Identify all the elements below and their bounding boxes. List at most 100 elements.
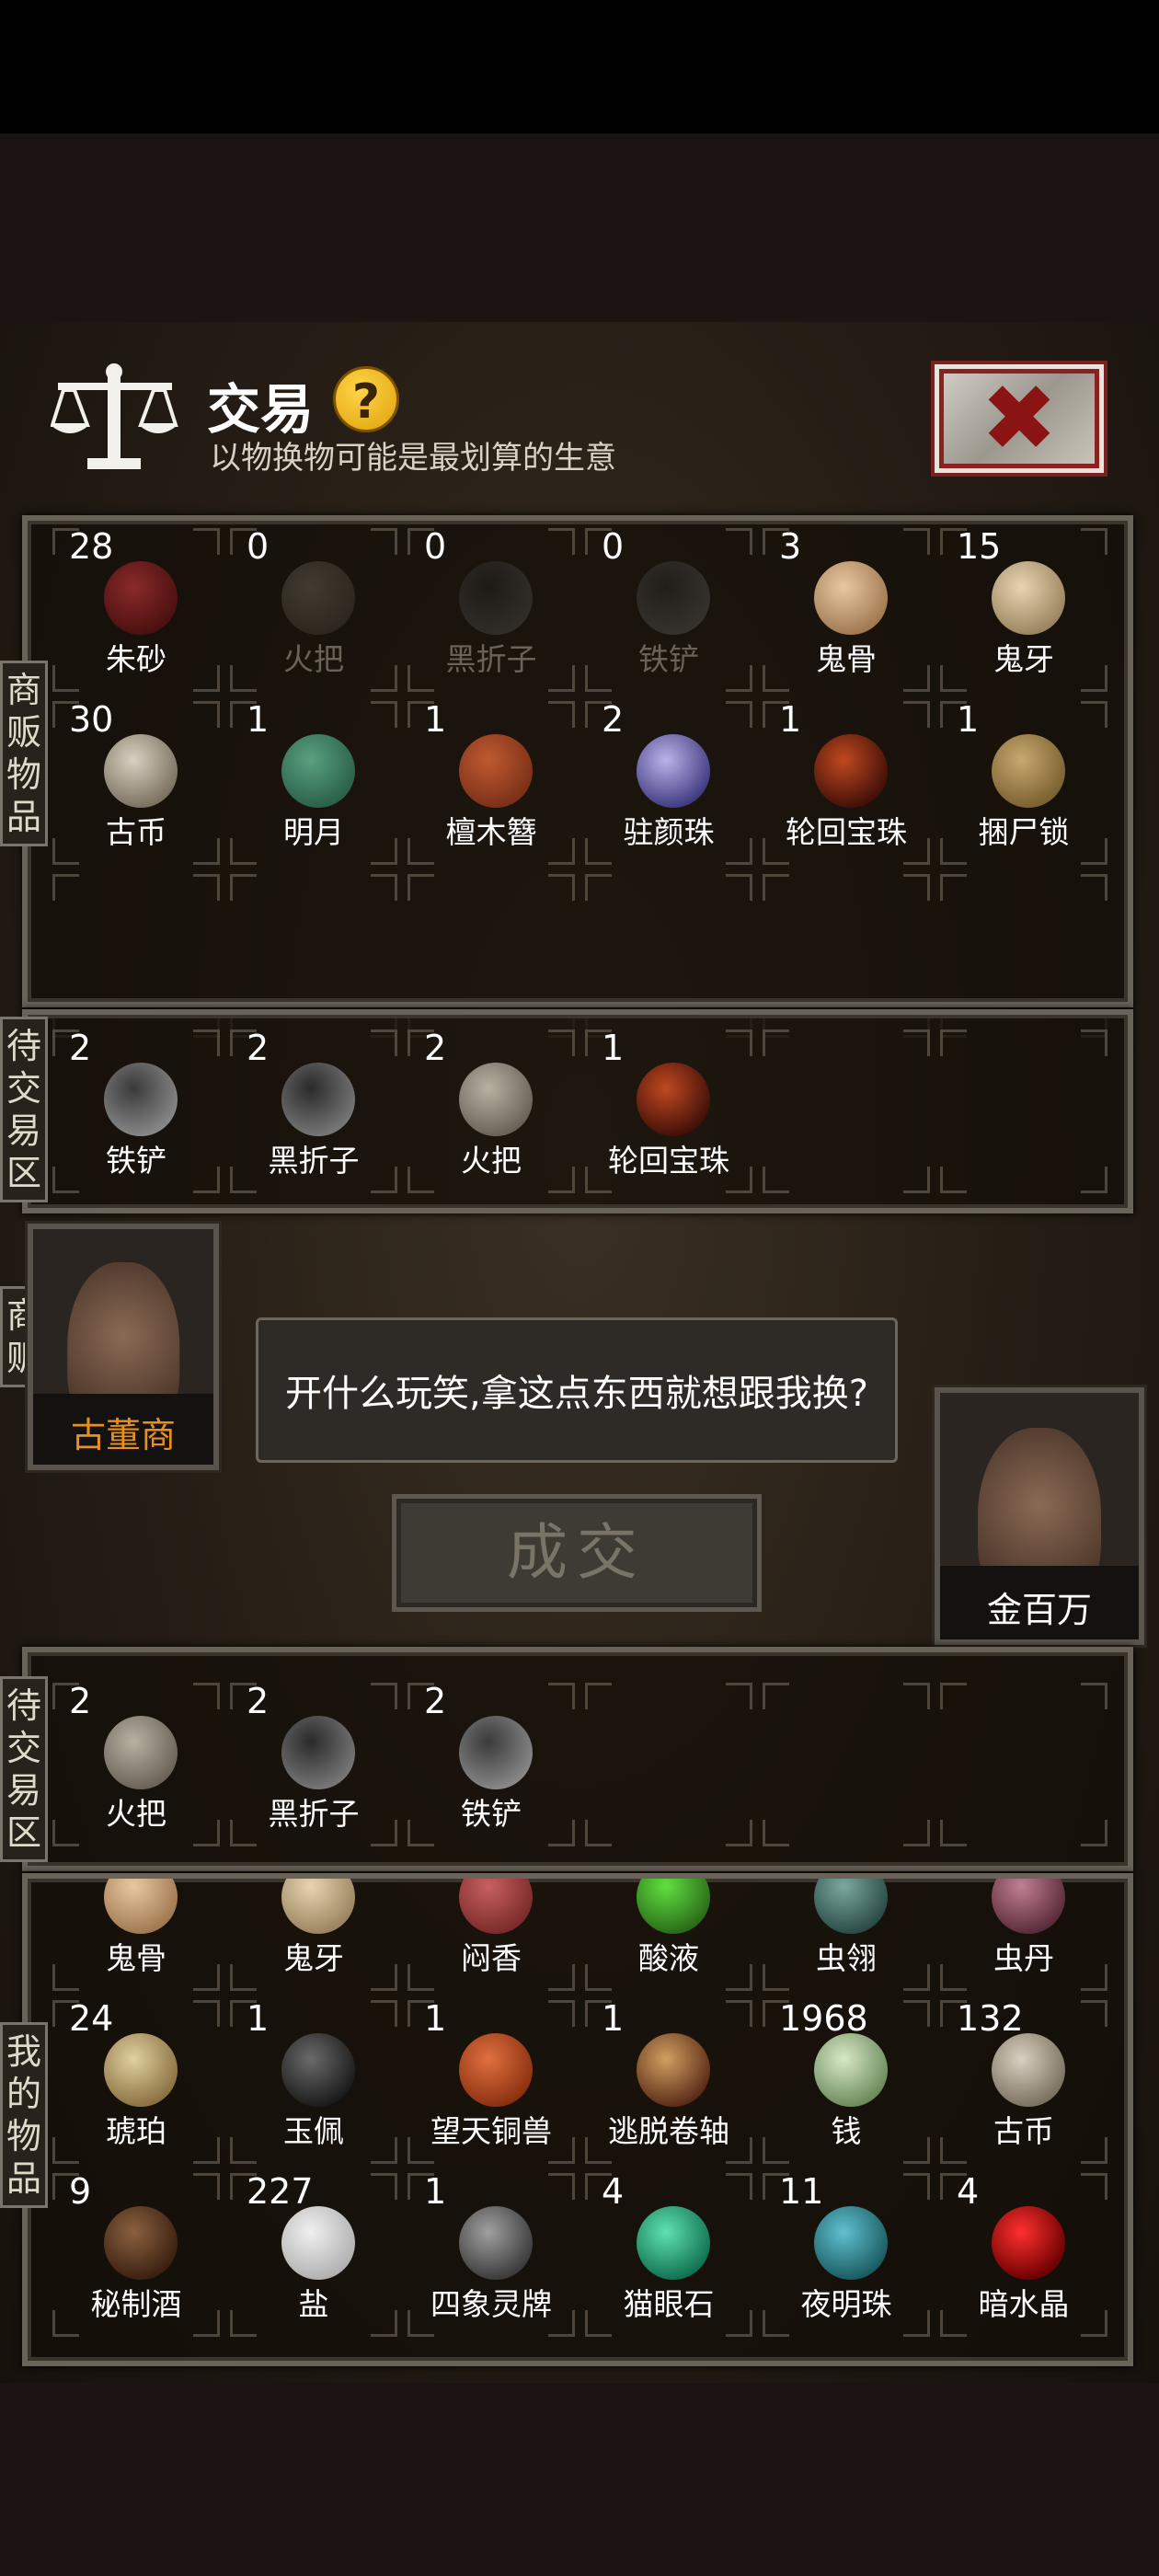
slot-corner	[1081, 1029, 1107, 1056]
merchant-pending-slot[interactable]: 2 火把	[404, 1026, 579, 1197]
merchant-item-slot[interactable]: 1 檀木簪	[404, 697, 579, 868]
money-stack-icon	[814, 2033, 888, 2107]
item-count: 227	[247, 2171, 314, 2212]
player-item-slot[interactable]: 4 暗水晶	[936, 2169, 1111, 2340]
player-pending-slot[interactable]: 2 黑折子	[226, 1679, 401, 1850]
scale-icon	[51, 363, 178, 469]
player-item-slot[interactable]: 9 秘制酒	[49, 2169, 224, 2340]
item-count: 2	[424, 1681, 447, 1721]
item-name: 驻颜珠	[623, 814, 715, 850]
item-name: 铁铲	[461, 1796, 522, 1832]
item-count: 132	[957, 1998, 1024, 2039]
player-item-slot[interactable]: 1 四象灵牌	[404, 2169, 579, 2340]
item-name: 琥珀	[106, 2113, 166, 2149]
iron-shovel-icon	[459, 1716, 533, 1789]
merchant-item-slot[interactable]: 3 鬼骨	[759, 524, 934, 696]
player-item-slot[interactable]: 虫丹	[936, 1879, 1111, 1995]
item-name: 黑折子	[445, 641, 537, 677]
merchant-pending-slot[interactable]: 2 铁铲	[49, 1026, 224, 1197]
item-name: 酸液	[638, 1940, 699, 1976]
item-name: 钱	[831, 2113, 862, 2149]
slot-corner	[903, 528, 930, 555]
slot-corner	[407, 874, 434, 901]
wine-jar-icon	[104, 2206, 178, 2280]
player-item-slot[interactable]: 132 古币	[936, 1996, 1111, 2168]
player-item-slot[interactable]: 1 望天铜兽	[404, 1996, 579, 2168]
empty-slot[interactable]	[759, 1679, 934, 1850]
empty-slot[interactable]	[936, 1679, 1111, 1850]
slot-corner	[1081, 1683, 1107, 1709]
slot-corner	[940, 1683, 967, 1709]
item-name: 秘制酒	[90, 2286, 182, 2322]
player-item-slot[interactable]: 闷香	[404, 1879, 579, 1995]
player-item-slot[interactable]: 1 玉佩	[226, 1996, 401, 2168]
merchant-item-slot[interactable]: 0 火把	[226, 524, 401, 696]
iron-shovel-icon	[104, 1063, 178, 1136]
player-item-slot[interactable]: 1968 钱	[759, 1996, 934, 2168]
acid-flask-icon	[637, 1879, 710, 1934]
player-pending-slot[interactable]: 2 火把	[49, 1679, 224, 1850]
slot-corner	[371, 528, 397, 555]
label-char: 物	[6, 754, 41, 795]
help-button[interactable]: ?	[333, 366, 399, 432]
player-pending-slot[interactable]: 2 铁铲	[404, 1679, 579, 1850]
slot-corner	[726, 874, 752, 901]
label-char: 待	[6, 1685, 41, 1726]
slot-corner	[763, 1167, 789, 1193]
player-item-slot[interactable]: 11 夜明珠	[759, 2169, 934, 2340]
player-item-slot[interactable]: 227 盐	[226, 2169, 401, 2340]
slot-corner	[548, 528, 575, 555]
dialog-text: 开什么玩笑,拿这点东西就想跟我换?	[285, 1373, 868, 1415]
merchant-item-slot[interactable]: 0 黑折子	[404, 524, 579, 696]
item-count: 1	[602, 1028, 625, 1068]
label-char: 区	[6, 1153, 41, 1193]
merchant-item-slot[interactable]: 30 古币	[49, 697, 224, 868]
close-button[interactable]: ✖	[931, 361, 1107, 477]
slot-corner	[371, 2173, 397, 2200]
slot-corner	[903, 1683, 930, 1709]
merchant-item-slot[interactable]: 1 明月	[226, 697, 401, 868]
item-name: 盐	[298, 2286, 329, 2322]
item-name: 猫眼石	[623, 2286, 715, 2322]
merchant-pending-slot[interactable]: 2 黑折子	[226, 1026, 401, 1197]
dialog-bubble: 开什么玩笑,拿这点东西就想跟我换?	[256, 1317, 898, 1463]
merchant-item-slot[interactable]: 15 鬼牙	[936, 524, 1111, 696]
player-item-slot[interactable]: 酸液	[581, 1879, 756, 1995]
item-count: 0	[602, 526, 625, 567]
slot-corner	[193, 2000, 220, 2027]
slot-corner	[940, 1029, 967, 1056]
item-name: 虫丹	[993, 1940, 1054, 1976]
close-icon: ✖	[981, 364, 1058, 472]
merchant-item-slot[interactable]: 2 驻颜珠	[581, 697, 756, 868]
youth-pearl-icon	[637, 734, 710, 808]
torch-icon	[459, 1063, 533, 1136]
player-inventory-scroll[interactable]: 鬼骨 鬼牙 闷香 酸液 虫翎 虫丹 24 琥珀 1 玉佩 1 望天铜兽 1 逃脱卷轴 1968 钱 132 古币 9…	[28, 1879, 1128, 2361]
player-item-slot[interactable]: 24 琥珀	[49, 1996, 224, 2168]
player-item-slot[interactable]: 鬼牙	[226, 1879, 401, 1995]
bronze-beast-icon	[459, 2033, 533, 2107]
slot-corner	[371, 1683, 397, 1709]
merchant-item-slot[interactable]: 28 朱砂	[49, 524, 224, 696]
empty-slot[interactable]	[936, 1026, 1111, 1197]
item-name: 鬼牙	[993, 641, 1054, 677]
label-char: 商	[6, 670, 41, 710]
ghost-bone-icon	[814, 561, 888, 635]
item-count: 1	[424, 2171, 447, 2212]
player-item-slot[interactable]: 1 逃脱卷轴	[581, 1996, 756, 2168]
merchant-item-slot[interactable]: 1 轮回宝珠	[759, 697, 934, 868]
merchant-pending-slot[interactable]: 1 轮回宝珠	[581, 1026, 756, 1197]
empty-slot[interactable]	[581, 1679, 756, 1850]
slot-corner	[1081, 1820, 1107, 1846]
player-item-slot[interactable]: 鬼骨	[49, 1879, 224, 1995]
label-char: 交	[6, 1068, 41, 1109]
player-item-slot[interactable]: 虫翎	[759, 1879, 934, 1995]
slot-corner	[193, 1029, 220, 1056]
empty-slot[interactable]	[759, 1026, 934, 1197]
item-count: 2	[247, 1681, 270, 1721]
merchant-item-slot[interactable]: 0 铁铲	[581, 524, 756, 696]
item-name: 轮回宝珠	[786, 814, 907, 850]
merchant-item-slot[interactable]: 1 捆尸锁	[936, 697, 1111, 868]
player-item-slot[interactable]: 4 猫眼石	[581, 2169, 756, 2340]
item-count: 28	[69, 526, 114, 567]
deal-button[interactable]: 成交	[392, 1494, 762, 1612]
